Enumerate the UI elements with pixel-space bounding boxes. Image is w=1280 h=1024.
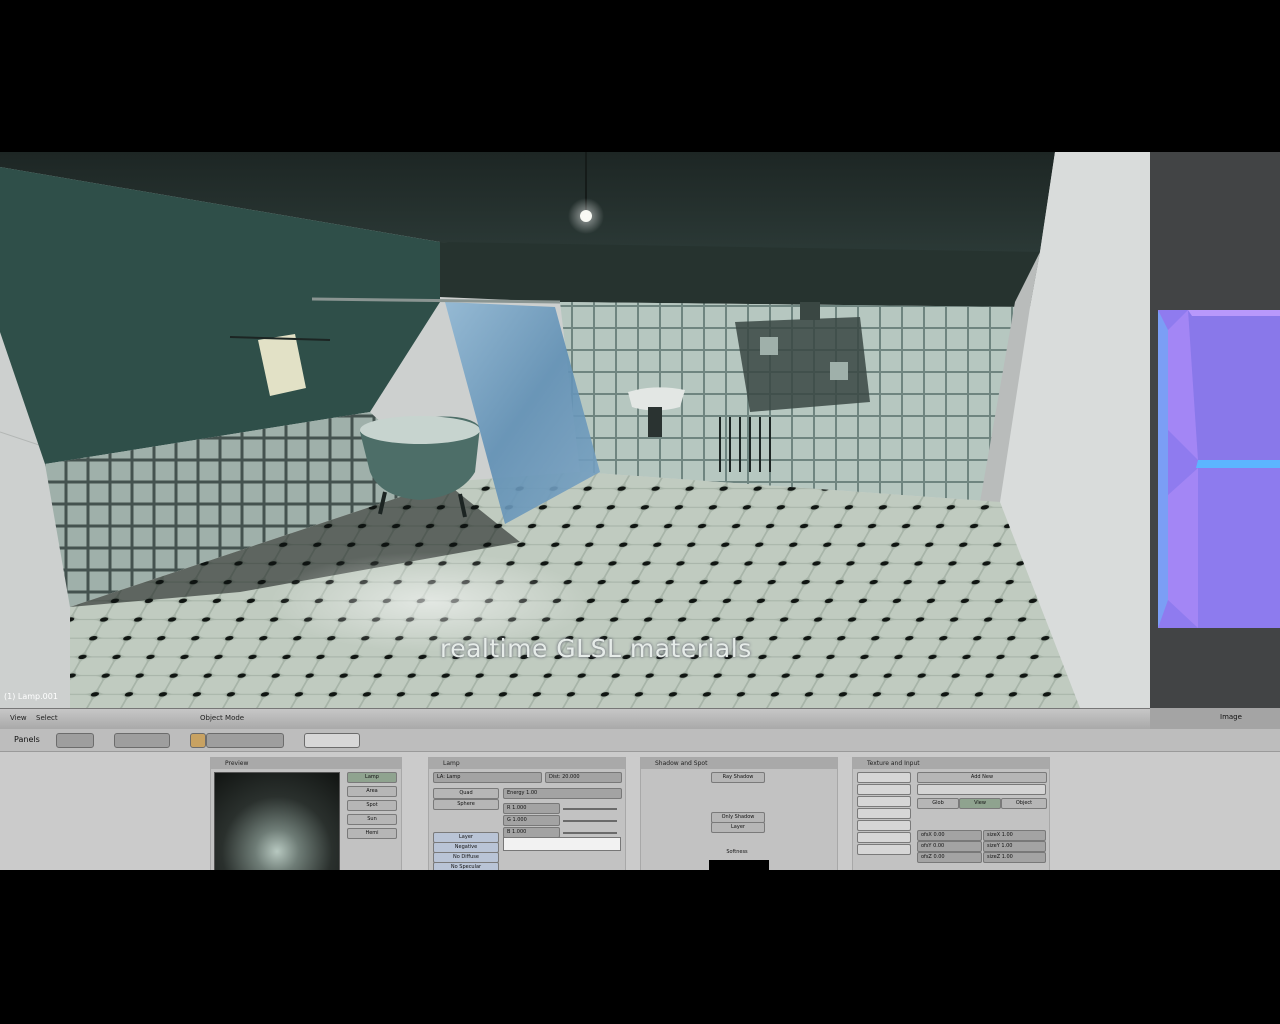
- dist-field[interactable]: Dist: 20.000: [545, 772, 622, 783]
- object-button[interactable]: Object: [1001, 798, 1047, 809]
- preview-lamp-button[interactable]: Lamp: [347, 772, 397, 783]
- ofs-y-field[interactable]: ofsY 0.00: [917, 841, 982, 852]
- sphere-button[interactable]: Sphere: [433, 799, 499, 810]
- lamp-type-field[interactable]: LA: Lamp: [433, 772, 542, 783]
- size-x-field[interactable]: sizeX 1.00: [983, 830, 1046, 841]
- view-button[interactable]: View: [959, 798, 1001, 809]
- ofs-x-field[interactable]: ofsX 0.00: [917, 830, 982, 841]
- preview-spot-button[interactable]: Spot: [347, 800, 397, 811]
- texture-input-panel: Texture and Input Add New Glob View Obje…: [852, 757, 1050, 872]
- letterbox-top: [0, 0, 1280, 152]
- viewport-caption: realtime GLSL materials: [440, 634, 752, 663]
- 3d-viewport[interactable]: realtime GLSL materials (1) Lamp.001: [0, 152, 1150, 708]
- quad-button[interactable]: Quad: [433, 788, 499, 799]
- tex-slot-3[interactable]: [857, 796, 911, 807]
- object-name-label: (1) Lamp.001: [4, 692, 58, 701]
- context-button-group[interactable]: [206, 733, 284, 748]
- preview-hemi-button[interactable]: Hemi: [347, 828, 397, 839]
- viewport-header: View Select Object Mode: [0, 708, 1280, 730]
- tex-slot-4[interactable]: [857, 808, 911, 819]
- lamp-preview-image: [214, 772, 340, 872]
- glob-button[interactable]: Glob: [917, 798, 959, 809]
- preview-area-button[interactable]: Area: [347, 786, 397, 797]
- lamp-icon[interactable]: [190, 733, 206, 748]
- frame-field[interactable]: [304, 733, 360, 748]
- image-editor[interactable]: [1150, 152, 1280, 708]
- shadow-layer-button[interactable]: Layer: [711, 822, 765, 833]
- shading-button-group[interactable]: [114, 733, 170, 748]
- normal-map-texture: [1158, 310, 1280, 628]
- letterbox-bottom: [0, 870, 1280, 1024]
- lamp-panel-title: Lamp: [429, 758, 625, 769]
- ofs-z-field[interactable]: ofsZ 0.00: [917, 852, 982, 863]
- add-new-button[interactable]: Add New: [917, 772, 1047, 783]
- ray-shadow-button[interactable]: Ray Shadow: [711, 772, 765, 783]
- view-menu[interactable]: View: [10, 714, 27, 722]
- color-g-slider[interactable]: [563, 820, 617, 822]
- image-header: Image: [1150, 708, 1280, 729]
- tex-slot-5[interactable]: [857, 820, 911, 831]
- size-y-field[interactable]: sizeY 1.00: [983, 841, 1046, 852]
- mode-dropdown[interactable]: Object Mode: [200, 714, 244, 722]
- tex-slot-6[interactable]: [857, 832, 911, 843]
- panels-label: Panels: [14, 735, 40, 744]
- bathroom-scene: [0, 152, 1150, 708]
- color-b-slider[interactable]: [563, 832, 617, 834]
- softness-label: Softness: [726, 849, 748, 855]
- texture-name-field[interactable]: [917, 784, 1046, 795]
- select-menu[interactable]: Select: [36, 714, 58, 722]
- lamp-color-swatch[interactable]: [503, 837, 621, 851]
- preview-panel-title: Preview: [211, 758, 401, 769]
- image-menu[interactable]: Image: [1220, 713, 1242, 721]
- energy-field[interactable]: Energy 1.00: [503, 788, 622, 799]
- lamp-panel: Lamp LA: Lamp Dist: 20.000 Quad Sphere E…: [428, 757, 626, 873]
- panels-button-group[interactable]: [56, 733, 94, 748]
- tex-slot-2[interactable]: [857, 784, 911, 795]
- texture-panel-title: Texture and Input: [853, 758, 1049, 769]
- shadow-spot-panel: Shadow and Spot Ray Shadow Only Shadow L…: [640, 757, 838, 872]
- shadow-color-swatch[interactable]: [709, 860, 769, 870]
- color-r-slider[interactable]: [563, 808, 617, 810]
- tex-slot-7[interactable]: [857, 844, 911, 855]
- buttons-toolbar: Panels: [0, 729, 1280, 752]
- color-r-field[interactable]: R 1.000: [503, 803, 560, 814]
- color-g-field[interactable]: G 1.000: [503, 815, 560, 826]
- tex-slot-1[interactable]: [857, 772, 911, 783]
- buttons-window: Panels Preview Lamp Area Spot Sun Hemi L…: [0, 729, 1280, 873]
- size-z-field[interactable]: sizeZ 1.00: [983, 852, 1046, 863]
- shadow-panel-title: Shadow and Spot: [641, 758, 837, 769]
- preview-sun-button[interactable]: Sun: [347, 814, 397, 825]
